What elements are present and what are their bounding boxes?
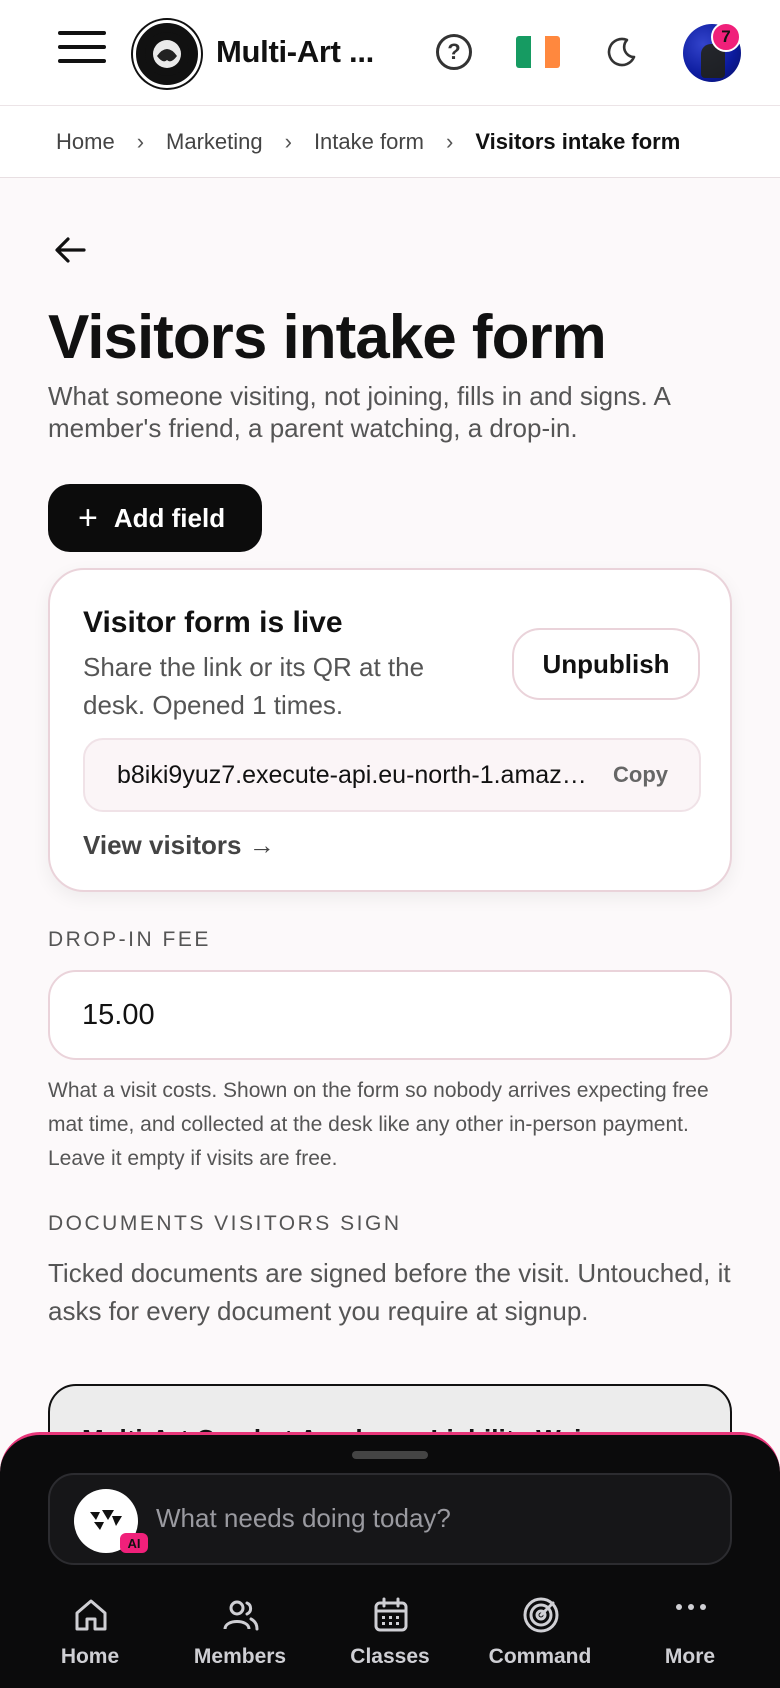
help-icon[interactable]: ? xyxy=(436,34,472,70)
moon-icon[interactable] xyxy=(605,35,639,69)
plus-icon: + xyxy=(78,499,98,537)
page: Multi-Art ... ? 7 Home › Marketing › Int… xyxy=(0,0,780,1688)
app-logo[interactable] xyxy=(133,20,201,88)
nav-more[interactable]: More xyxy=(615,1585,765,1685)
chevron-right-icon: › xyxy=(136,128,145,154)
radar-icon xyxy=(523,1597,559,1633)
app-title: Multi-Art ... xyxy=(216,34,374,69)
breadcrumb-intake-form[interactable]: Intake form xyxy=(314,129,424,155)
assistant-placeholder: What needs doing today? xyxy=(156,1503,451,1533)
visitor-form-live-card: Visitor form is live Share the link or i… xyxy=(48,568,732,892)
drop-in-fee-help: What a visit costs. Shown on the form so… xyxy=(48,1079,709,1170)
live-card-description: Share the link or its QR at the desk. Op… xyxy=(83,652,425,720)
members-icon xyxy=(223,1600,259,1631)
view-visitors-link[interactable]: View visitors → xyxy=(83,830,275,861)
assistant-input[interactable]: AI What needs doing today? xyxy=(48,1473,732,1565)
page-title: Visitors intake form xyxy=(48,303,607,372)
breadcrumb-marketing[interactable]: Marketing xyxy=(166,129,263,155)
drop-in-fee-label: DROP-IN FEE xyxy=(48,928,211,951)
nav-members-label: Members xyxy=(193,1645,287,1668)
live-card-title: Visitor form is live xyxy=(83,606,343,639)
notification-badge: 7 xyxy=(711,22,741,52)
nav-home-label: Home xyxy=(60,1645,120,1668)
back-arrow-icon[interactable] xyxy=(52,232,88,268)
nav-command[interactable]: Command xyxy=(465,1585,615,1685)
menu-icon[interactable] xyxy=(58,31,106,69)
nav-classes-label: Classes xyxy=(350,1645,430,1668)
nav-more-label: More xyxy=(664,1645,716,1668)
breadcrumb: Home › Marketing › Intake form › Visitor… xyxy=(0,106,780,178)
top-header: Multi-Art ... ? 7 xyxy=(0,0,780,106)
unpublish-button[interactable]: Unpublish xyxy=(512,628,700,700)
chevron-right-icon: › xyxy=(284,128,292,154)
documents-description: Ticked documents are signed before the v… xyxy=(48,1258,731,1326)
bottom-nav: Home Members Classes Command More xyxy=(0,1585,780,1685)
breadcrumb-home[interactable]: Home xyxy=(56,129,115,155)
drag-handle[interactable] xyxy=(352,1451,428,1459)
drop-in-fee-input[interactable] xyxy=(48,970,732,1060)
nav-home[interactable]: Home xyxy=(15,1585,165,1685)
page-description: What someone visiting, not joining, fill… xyxy=(48,381,670,443)
nav-members[interactable]: Members xyxy=(165,1585,315,1685)
documents-label: DOCUMENTS VISITORS SIGN xyxy=(48,1212,402,1235)
nav-classes[interactable]: Classes xyxy=(315,1585,465,1685)
chevron-right-icon: › xyxy=(445,128,454,154)
flag-ireland-icon[interactable] xyxy=(516,36,560,68)
nav-command-label: Command xyxy=(488,1645,592,1668)
copy-button[interactable]: Copy xyxy=(613,762,668,788)
ai-badge: AI xyxy=(120,1533,148,1553)
bottom-dock: AI What needs doing today? Home Members xyxy=(0,1432,780,1688)
share-link-box: b8iki9yuz7.execute-api.eu-north-1.amazon… xyxy=(83,738,701,812)
breadcrumb-current: Visitors intake form xyxy=(475,128,681,154)
share-link[interactable]: b8iki9yuz7.execute-api.eu-north-1.amazon… xyxy=(117,761,595,790)
add-field-button[interactable]: + Add field xyxy=(48,484,262,552)
home-icon xyxy=(75,1599,107,1631)
calendar-icon xyxy=(374,1597,408,1632)
more-dots-icon xyxy=(676,1604,706,1610)
add-field-label: Add field xyxy=(113,502,226,533)
